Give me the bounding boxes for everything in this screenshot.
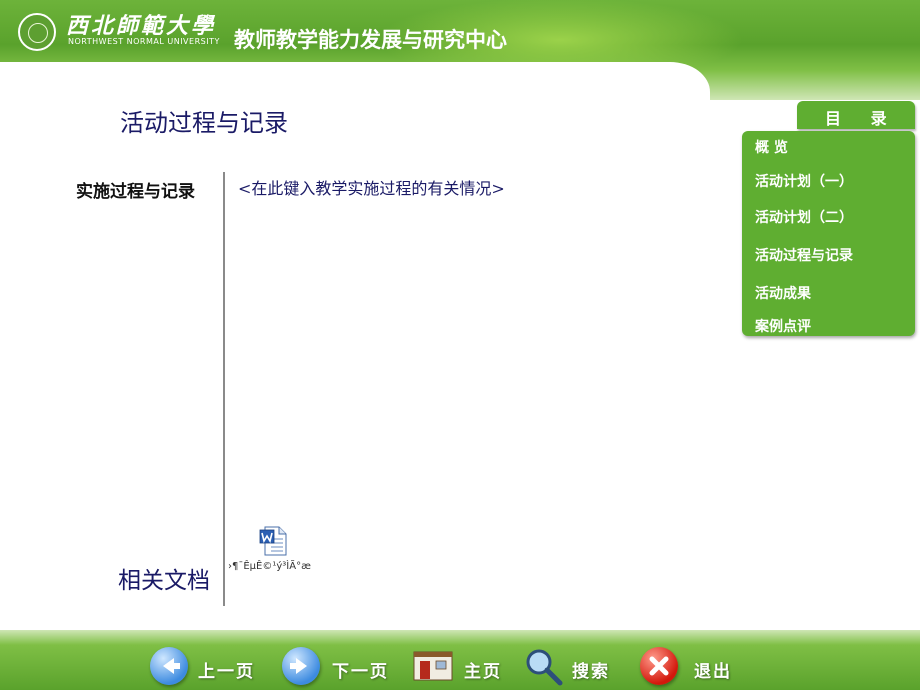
- exit-label: 退出: [694, 662, 732, 682]
- menu-item-overview[interactable]: 概 览: [755, 137, 788, 157]
- document-filename[interactable]: ›¶¯ÊµÊ©¹ý³ÌÃ°æ: [228, 561, 311, 572]
- menu-item-results[interactable]: 活动成果: [755, 283, 811, 303]
- magnifier-icon: [524, 647, 566, 687]
- menu-item-process[interactable]: 活动过程与记录: [755, 245, 853, 265]
- vertical-divider: [223, 172, 225, 606]
- home-label: 主页: [464, 662, 502, 682]
- university-seal-icon: [18, 13, 56, 51]
- word-document-icon[interactable]: [259, 526, 289, 556]
- side-menu: 概 览 活动计划（一） 活动计划（二） 活动过程与记录 活动成果 案例点评: [742, 131, 915, 336]
- home-icon: [412, 649, 454, 683]
- header-white-curve: [0, 62, 710, 102]
- center-title: 教师教学能力发展与研究中心: [234, 28, 507, 52]
- arrow-right-icon: [282, 647, 320, 685]
- menu-item-plan-1[interactable]: 活动计划（一）: [755, 171, 853, 191]
- university-logo-cn: 西北師範大學: [66, 13, 217, 39]
- arrow-left-icon: [150, 647, 188, 685]
- menu-title: 目 录: [825, 109, 899, 128]
- prev-page-label: 上一页: [198, 662, 255, 682]
- university-logo-en: NORTHWEST NORMAL UNIVERSITY: [68, 37, 220, 46]
- section-label: 实施过程与记录: [76, 182, 195, 202]
- related-docs-label: 相关文档: [118, 568, 210, 594]
- menu-item-plan-2[interactable]: 活动计划（二）: [755, 207, 853, 227]
- footer-bar: [0, 630, 920, 690]
- close-icon: [640, 647, 678, 685]
- menu-header: 目 录: [797, 101, 915, 129]
- next-page-label: 下一页: [332, 662, 389, 682]
- page-title: 活动过程与记录: [120, 109, 288, 137]
- search-label: 搜索: [572, 662, 610, 682]
- placeholder-text[interactable]: <在此键入教学实施过程的有关情况>: [238, 175, 505, 199]
- menu-item-review[interactable]: 案例点评: [755, 316, 811, 336]
